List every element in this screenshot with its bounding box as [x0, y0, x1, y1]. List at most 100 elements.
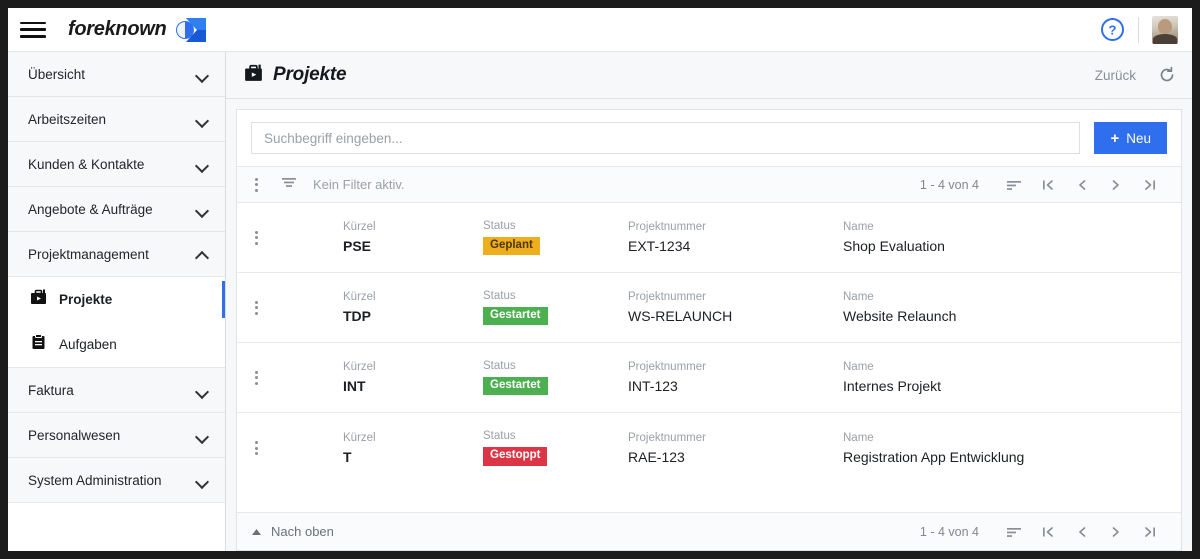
briefcase-icon — [244, 64, 263, 87]
page-header: Projekte Zurück — [226, 52, 1192, 99]
sidebar-label: Kunden & Kontakte — [28, 156, 145, 172]
plus-icon: + — [1110, 129, 1120, 147]
next-page-icon[interactable] — [1099, 171, 1133, 199]
chevron-down-icon — [196, 68, 209, 81]
row-more-vertical-icon[interactable] — [247, 297, 265, 319]
table-footer: Nach oben 1 - 4 von 4 — [237, 512, 1181, 550]
topbar-divider — [1138, 16, 1139, 43]
sidebar-subnav-projektmanagement: Projekte Aufgaben — [8, 277, 225, 368]
status-badge: Gestoppt — [483, 447, 548, 466]
row-more-vertical-icon[interactable] — [247, 227, 265, 249]
sidebar-label: System Administration — [28, 472, 162, 488]
chevron-down-icon — [196, 158, 209, 171]
sort-icon[interactable] — [997, 171, 1031, 199]
column-header: Kürzel — [343, 361, 376, 373]
sidebar-item-uebersicht[interactable]: Übersicht — [8, 52, 225, 97]
sidebar-item-system-administration[interactable]: System Administration — [8, 458, 225, 503]
sidebar-item-kunden-kontakte[interactable]: Kunden & Kontakte — [8, 142, 225, 187]
filter-icon[interactable] — [281, 175, 297, 194]
cell-status: Status Geplant — [483, 220, 628, 256]
last-page-icon[interactable] — [1133, 518, 1167, 546]
user-avatar[interactable] — [1152, 15, 1178, 44]
column-header: Projektnummer — [628, 291, 706, 303]
cell-value: Registration App Entwicklung — [843, 448, 1025, 465]
sidebar-item-personalwesen[interactable]: Personalwesen — [8, 413, 225, 458]
cell-kuerzel: Kürzel TDP — [343, 291, 483, 324]
column-header: Projektnummer — [628, 221, 706, 233]
cell-projektnummer: Projektnummer EXT-1234 — [628, 221, 843, 254]
cell-name: Name Website Relaunch — [843, 291, 1167, 324]
pagination-count: 1 - 4 von 4 — [919, 177, 979, 192]
column-header: Kürzel — [343, 221, 376, 233]
back-button[interactable]: Zurück — [1095, 68, 1136, 83]
next-page-icon[interactable] — [1099, 518, 1133, 546]
cell-value: RAE-123 — [628, 448, 685, 465]
prev-page-icon[interactable] — [1065, 518, 1099, 546]
row-more-vertical-icon[interactable] — [247, 367, 265, 389]
new-button-label: Neu — [1126, 130, 1151, 146]
help-circle-icon[interactable]: ? — [1100, 17, 1125, 42]
cell-value: EXT-1234 — [628, 238, 691, 254]
sidebar-label: Faktura — [28, 382, 74, 398]
sort-icon[interactable] — [997, 518, 1031, 546]
column-header: Name — [843, 431, 874, 444]
more-vertical-icon[interactable] — [247, 174, 265, 196]
sidebar-item-faktura[interactable]: Faktura — [8, 368, 225, 413]
prev-page-icon[interactable] — [1065, 171, 1099, 199]
column-header: Status — [483, 359, 516, 372]
cell-value: T — [343, 448, 352, 465]
scroll-to-top-label: Nach oben — [271, 524, 334, 539]
column-header: Status — [483, 430, 516, 443]
sidebar-item-projektmanagement[interactable]: Projektmanagement — [8, 232, 225, 277]
sidebar-item-label: Projekte — [59, 292, 113, 307]
new-button[interactable]: + Neu — [1094, 122, 1167, 154]
hamburger-icon[interactable] — [20, 20, 46, 40]
sidebar-label: Arbeitszeiten — [28, 111, 107, 127]
sidebar-label: Angebote & Aufträge — [28, 201, 153, 217]
cell-kuerzel: Kürzel PSE — [343, 221, 483, 254]
brand-text: foreknown — [68, 18, 167, 40]
refresh-icon[interactable] — [1158, 66, 1176, 84]
chevron-down-icon — [196, 429, 209, 442]
last-page-icon[interactable] — [1133, 171, 1167, 199]
scroll-to-top-button[interactable]: Nach oben — [251, 524, 334, 539]
pagination-count: 1 - 4 von 4 — [919, 524, 979, 539]
filter-toolbar: Kein Filter aktiv. 1 - 4 von 4 — [237, 167, 1181, 203]
cell-name: Name Registration App Entwicklung — [843, 432, 1167, 465]
cell-value: INT-123 — [628, 378, 678, 394]
search-row: + Neu — [237, 110, 1181, 167]
cell-value: PSE — [343, 238, 372, 254]
projects-table: Kürzel PSE Status Geplant Projektnummer … — [237, 203, 1181, 512]
table-row[interactable]: Kürzel PSE Status Geplant Projektnummer … — [237, 203, 1181, 273]
foreknown-logo-icon — [173, 17, 209, 43]
sidebar-item-label: Aufgaben — [59, 337, 117, 352]
table-row[interactable]: Kürzel INT Status Gestartet Projektnumme… — [237, 343, 1181, 413]
cell-value: WS-RELAUNCH — [628, 308, 733, 324]
cell-projektnummer: Projektnummer WS-RELAUNCH — [628, 291, 843, 324]
chevron-down-icon — [196, 474, 209, 487]
sidebar-item-arbeitszeiten[interactable]: Arbeitszeiten — [8, 97, 225, 142]
svg-text:?: ? — [1109, 23, 1117, 38]
first-page-icon[interactable] — [1031, 518, 1065, 546]
sidebar-item-angebote-auftraege[interactable]: Angebote & Aufträge — [8, 187, 225, 232]
search-input[interactable] — [251, 122, 1081, 154]
column-header: Kürzel — [343, 431, 376, 444]
sidebar-filler — [8, 503, 225, 551]
sidebar-item-aufgaben[interactable]: Aufgaben — [8, 322, 225, 367]
column-header: Projektnummer — [628, 361, 706, 373]
column-header: Kürzel — [343, 291, 376, 303]
top-bar: foreknown ? — [8, 8, 1192, 52]
arrow-up-icon — [251, 524, 262, 539]
cell-status: Status Gestoppt — [483, 430, 628, 466]
cell-value: TDP — [343, 308, 371, 324]
brand[interactable]: foreknown — [68, 17, 209, 43]
sidebar-label: Übersicht — [28, 66, 86, 82]
status-badge: Gestartet — [483, 376, 548, 396]
filter-status-text: Kein Filter aktiv. — [313, 177, 405, 192]
first-page-icon[interactable] — [1031, 171, 1065, 199]
table-row[interactable]: Kürzel T Status Gestoppt Projektnummer R… — [237, 413, 1181, 483]
table-row[interactable]: Kürzel TDP Status Gestartet Projektnumme… — [237, 273, 1181, 343]
app-window: foreknown ? Übersicht Arbeitszeiten Kund… — [8, 8, 1192, 551]
row-more-vertical-icon[interactable] — [247, 437, 265, 459]
sidebar-item-projekte[interactable]: Projekte — [8, 277, 225, 322]
